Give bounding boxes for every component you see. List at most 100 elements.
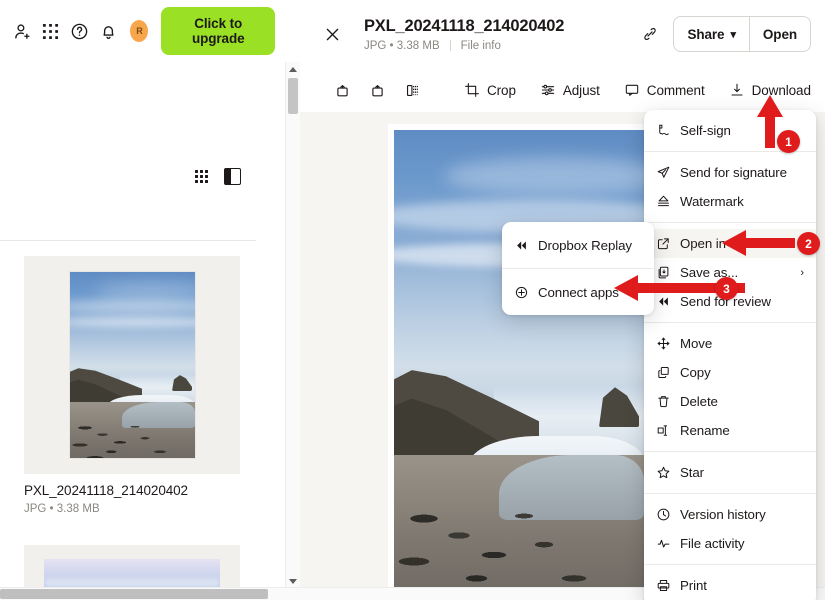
menu-item-label: Watermark [680,194,744,209]
rename-icon [656,423,680,438]
add-user-icon[interactable] [10,16,35,46]
submenu-item-dropbox-replay[interactable]: Dropbox Replay [502,228,654,262]
submenu-item-connect-apps[interactable]: Connect apps [502,275,654,309]
download-label: Download [751,82,811,98]
rotate-left-icon[interactable] [326,76,359,105]
preview-header: PXL_20241118_214020402 JPG • 3.38 MB Fil… [300,0,825,68]
avatar[interactable]: R [130,20,149,42]
close-icon[interactable] [318,20,346,48]
list-divider [0,240,256,241]
flip-icon[interactable] [396,76,429,105]
preview-toolbar: Crop Adjust Comment Download [300,68,825,112]
download-button[interactable]: Download [718,76,822,104]
menu-item-label: Rename [680,423,730,438]
send-signature-icon [656,165,680,180]
menu-item-label: Print [680,578,707,593]
comment-button[interactable]: Comment [613,76,716,104]
list-item[interactable] [24,545,240,588]
sky-photo-thumb [44,559,220,588]
subtitle-divider [449,40,451,51]
vertical-scrollbar[interactable] [285,62,300,588]
save-as-icon [656,265,680,280]
self-sign-icon [656,123,680,138]
menu-item-label: File activity [680,536,745,551]
rotate-right-icon[interactable] [361,76,394,105]
menu-item-open-in[interactable]: Open in › [644,229,816,258]
delete-icon [656,394,680,409]
open-label: Open [762,26,797,42]
open-button[interactable]: Open [750,17,810,51]
menu-item-star[interactable]: Star [644,458,816,487]
menu-item-label: Open in [680,236,726,251]
view-toggle-group [195,168,241,185]
submenu-item-label: Dropbox Replay [538,237,632,253]
menu-item-watermark[interactable]: Watermark [644,187,816,216]
copy-icon [656,365,680,380]
adjust-label: Adjust [562,82,600,98]
share-open-button-group: Share ▾ Open [673,16,811,52]
apps-grid-icon[interactable] [39,16,64,46]
menu-item-label: Star [680,465,704,480]
share-label: Share [687,26,725,42]
menu-item-delete[interactable]: Delete [644,387,816,416]
global-topbar: R Click to upgrade [0,0,285,62]
menu-item-rename[interactable]: Rename [644,416,816,445]
menu-item-label: Send for review [680,294,771,309]
left-file-browser-panel: R Click to upgrade PXL_20241118_21402040… [0,0,285,588]
scroll-up-arrow[interactable] [286,62,300,76]
menu-item-send-for-signature[interactable]: Send for signature [644,158,816,187]
submenu-separator [502,268,654,269]
step-badge-3: 3 [715,277,738,300]
submenu-item-label: Connect apps [538,284,619,300]
watermark-icon [656,194,680,209]
menu-item-label: Version history [680,507,766,522]
menu-item-label: Delete [680,394,718,409]
open-in-submenu: Dropbox Replay Connect apps [502,222,654,315]
menu-separator [644,222,816,223]
grid-view-icon[interactable] [195,170,208,183]
list-item[interactable] [24,256,240,474]
menu-item-copy[interactable]: Copy [644,358,816,387]
menu-item-label: Send for signature [680,165,787,180]
step-badge-2: 2 [797,232,820,255]
list-item-name: PXL_20241118_214020402 [24,483,188,498]
crop-button[interactable]: Crop [453,76,527,104]
menu-item-label: Move [680,336,713,351]
share-button[interactable]: Share ▾ [674,17,748,51]
list-item-meta: PXL_20241118_214020402 JPG • 3.38 MB [24,483,188,515]
move-icon [656,336,680,351]
help-icon[interactable] [67,16,92,46]
menu-separator [644,493,816,494]
menu-item-move[interactable]: Move [644,329,816,358]
menu-item-label: Save as... [680,265,739,280]
adjust-button[interactable]: Adjust [529,76,611,104]
menu-item-file-activity[interactable]: File activity [644,529,816,558]
print-icon [656,578,680,593]
scroll-down-arrow[interactable] [286,574,300,588]
split-panel-icon[interactable] [224,168,241,185]
file-info-link[interactable]: File info [461,40,501,52]
star-icon [656,465,680,480]
link-icon[interactable] [635,19,665,49]
list-item-sub: JPG • 3.38 MB [24,503,100,515]
menu-item-print[interactable]: Print [644,571,816,600]
file-activity-icon [656,536,680,551]
chevron-down-icon: ▾ [730,28,736,41]
chevron-right-icon: › [800,266,804,279]
image-canvas[interactable] [388,124,650,600]
hscrollbar-thumb[interactable] [0,589,268,599]
notifications-icon[interactable] [96,16,121,46]
file-thumbnail [69,272,195,458]
more-options-menu: Self-sign Send for signature Watermark O… [644,110,816,600]
dropbox-replay-icon [514,238,538,253]
preview-subtitle: JPG • 3.38 MB File info [364,40,635,52]
comment-label: Comment [646,82,705,98]
scrollbar-thumb[interactable] [288,78,298,114]
menu-item-label: Copy [680,365,711,380]
upgrade-button[interactable]: Click to upgrade [161,7,275,55]
page-title: PXL_20241118_214020402 [364,16,565,35]
menu-separator [644,564,816,565]
file-thumbnail [44,559,220,588]
menu-item-version-history[interactable]: Version history [644,500,816,529]
version-history-icon [656,507,680,522]
